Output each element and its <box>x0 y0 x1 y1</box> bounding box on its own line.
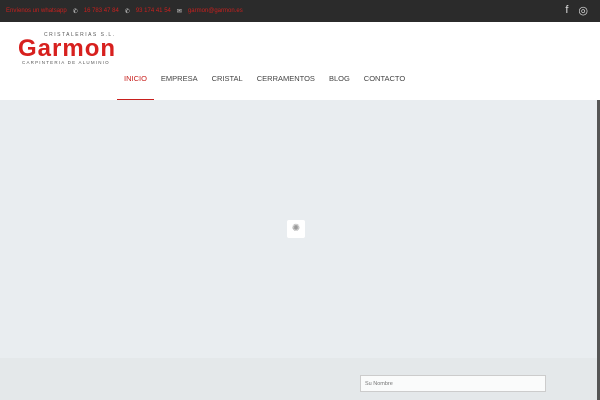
nav-empresa[interactable]: EMPRESA <box>154 70 205 100</box>
nav-inicio[interactable]: INICIO <box>117 70 154 101</box>
nav-blog[interactable]: BLOG <box>322 70 357 100</box>
nav-cerramentos[interactable]: CERRAMENTOS <box>250 70 322 100</box>
mail-icon: ✉ <box>176 8 182 15</box>
phone-icon: ✆ <box>72 8 78 15</box>
phone-icon: ✆ <box>124 8 130 15</box>
logo[interactable]: CRISTALERIAS S.L. Garmon CARPINTERIA DE … <box>16 32 122 65</box>
nav-cristal[interactable]: CRISTAL <box>205 70 250 100</box>
name-input[interactable] <box>360 375 546 392</box>
phone-2[interactable]: 93 174 41 54 <box>136 8 171 14</box>
main-nav: INICIO EMPRESA CRISTAL CERRAMENTOS BLOG … <box>117 70 412 101</box>
top-bar: Envíenos un whatsapp ✆ 16 783 47 84 ✆ 93 1… <box>0 0 600 22</box>
email-link[interactable]: garmon@garmon.es <box>188 8 243 14</box>
loading-spinner-icon: ✺ <box>287 220 305 238</box>
logo-line2: CARPINTERIA DE ALUMINIO <box>22 60 110 65</box>
social-links: f ◎ <box>565 4 588 17</box>
instagram-icon[interactable]: ◎ <box>578 4 588 17</box>
logo-brand: Garmon <box>18 35 117 62</box>
nav-contacto[interactable]: CONTACTO <box>357 70 412 100</box>
header: CRISTALERIAS S.L. Garmon CARPINTERIA DE … <box>0 22 600 101</box>
contact-form-section <box>0 358 597 400</box>
content-area: ✺ <box>0 100 597 358</box>
facebook-icon[interactable]: f <box>565 4 568 17</box>
phone-1[interactable]: 16 783 47 84 <box>84 8 119 14</box>
whatsapp-link[interactable]: Envíenos un whatsapp <box>6 8 67 14</box>
